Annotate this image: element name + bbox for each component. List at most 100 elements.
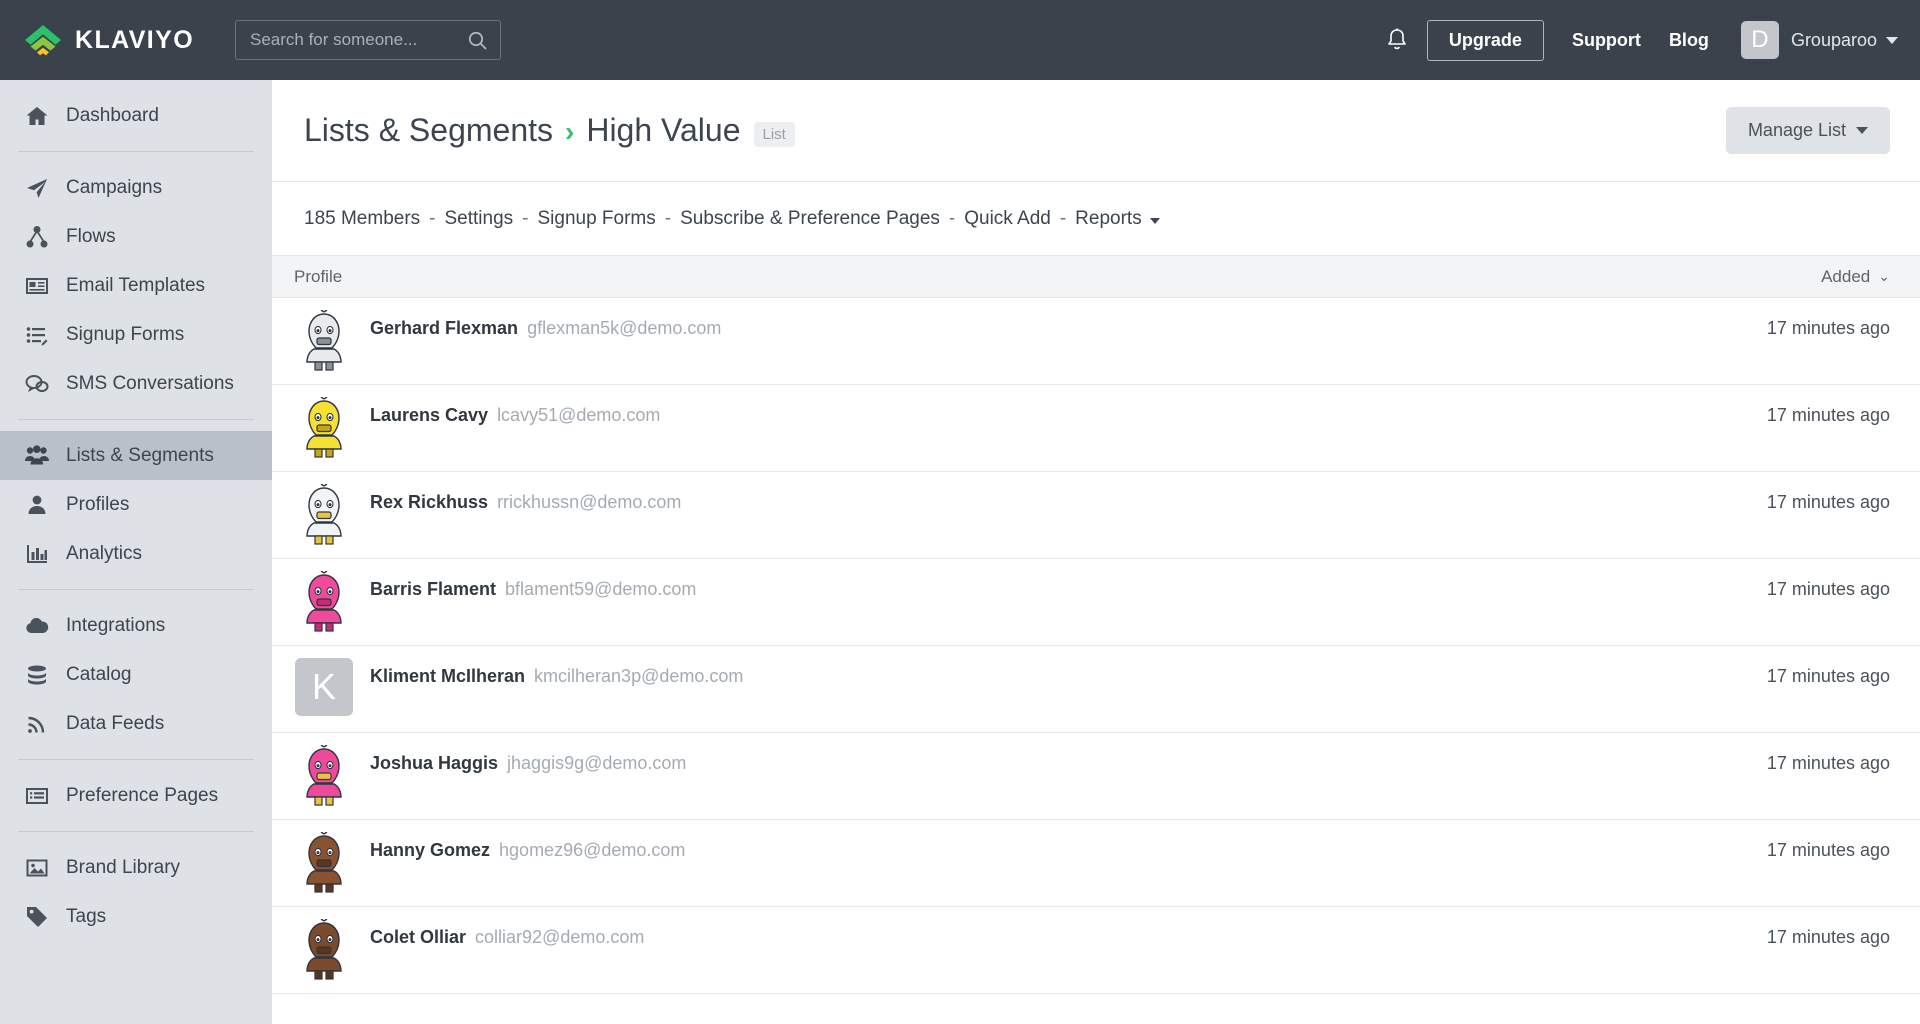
account-menu[interactable]: D Grouparoo [1740, 21, 1898, 59]
person-icon [24, 492, 50, 518]
table-header-row: Profile Added ⌄ [272, 255, 1920, 298]
search-icon[interactable] [468, 31, 487, 55]
table-row[interactable]: Rex Rickhuss rrickhussn@demo.com 17 minute… [272, 472, 1920, 559]
sidebar-group: Dashboard [0, 80, 272, 151]
subnav-separator: - [522, 207, 529, 229]
page-header: Lists & Segments › High Value List Manag… [272, 80, 1920, 182]
subnav-separator: - [664, 207, 672, 229]
table-row[interactable]: Colet Olliar colliar92@demo.com 17 minutes… [272, 907, 1920, 994]
sidebar-item-label: Dashboard [66, 104, 159, 126]
profile-name[interactable]: Colet Olliar [370, 927, 466, 948]
avatar [294, 310, 354, 372]
avatar [294, 832, 354, 894]
sidebar-item-tags[interactable]: Tags [0, 892, 272, 941]
sidebar-item-label: Catalog [66, 663, 132, 685]
support-link[interactable]: Support [1572, 30, 1641, 51]
klaviyo-wifi-logo-icon [22, 23, 64, 57]
profile-name[interactable]: Kliment McIlheran [370, 666, 525, 687]
breadcrumb-parent[interactable]: Lists & Segments [304, 112, 553, 149]
newspaper-icon [24, 273, 50, 299]
subnav-subscribe-preference-pages[interactable]: Subscribe & Preference Pages [680, 208, 940, 230]
avatar [294, 571, 354, 633]
chevron-down-icon: ⌄ [1878, 268, 1890, 284]
profile-info: Laurens Cavy lcavy51@demo.com [370, 397, 660, 426]
profile-name[interactable]: Laurens Cavy [370, 405, 488, 426]
avatar-initial: K [295, 658, 353, 716]
table-row[interactable]: Gerhard Flexman gflexman5k@demo.com 17 min… [272, 298, 1920, 385]
profile-email: jhaggis9g@demo.com [507, 753, 687, 773]
form-list-icon [24, 322, 50, 348]
blog-link[interactable]: Blog [1669, 30, 1709, 51]
chat-bubbles-icon [24, 371, 50, 397]
sidebar-item-lists-segments[interactable]: Lists & Segments [0, 431, 272, 480]
klaviyo-logo[interactable]: KLAVIYO [22, 23, 207, 57]
sidebar-item-dashboard[interactable]: Dashboard [0, 91, 272, 140]
added-timestamp: 17 minutes ago [1766, 492, 1890, 512]
profile-email: colliar92@demo.com [475, 927, 645, 947]
subnav-reports-label[interactable]: Reports [1075, 208, 1142, 230]
sidebar-item-label: Profiles [66, 493, 130, 515]
sidebar-item-profiles[interactable]: Profiles [0, 480, 272, 529]
sidebar-group: Campaigns Flows Email Templates Signup F… [0, 152, 272, 419]
sidebar-item-brand-library[interactable]: Brand Library [0, 843, 272, 892]
global-search[interactable] [235, 20, 501, 60]
subnav-separator: - [429, 207, 436, 229]
avatar [294, 484, 354, 546]
table-row[interactable]: Joshua Haggis jhaggis9g@demo.com 17 minute… [272, 733, 1920, 820]
account-name: Grouparoo [1790, 29, 1877, 50]
subnav-settings[interactable]: Settings [445, 208, 514, 230]
table-row[interactable]: K Kliment McIlheran kmcilheran3p@demo.com 1… [272, 646, 1920, 733]
upgrade-button[interactable]: Upgrade [1426, 19, 1544, 61]
list-subnavigation: 185 Members - Settings - Signup Forms - … [272, 182, 1920, 255]
table-row[interactable]: Barris Flament bflament59@demo.com 17 minu… [272, 559, 1920, 646]
profile-name[interactable]: Rex Rickhuss [370, 492, 488, 513]
sidebar-group: Brand Library Tags [0, 832, 272, 952]
sidebar-item-label: Analytics [66, 542, 143, 564]
sidebar-group: Lists & Segments Profiles Analytics [0, 420, 272, 589]
added-timestamp: 17 minutes ago [1766, 753, 1890, 773]
tag-icon [24, 904, 50, 930]
chevron-down-icon[interactable] [1886, 36, 1898, 44]
status-badge: List [753, 122, 795, 147]
column-header-added[interactable]: Added ⌄ [1821, 267, 1890, 287]
table-row[interactable]: Laurens Cavy lcavy51@demo.com 17 minutes a… [272, 385, 1920, 472]
sidebar-item-preference-pages[interactable]: Preference Pages [0, 771, 272, 820]
table-row[interactable]: Hanny Gomez hgomez96@demo.com 17 minutes a… [272, 820, 1920, 907]
profile-name[interactable]: Gerhard Flexman [370, 318, 518, 339]
subnav-members[interactable]: 185 Members [304, 208, 420, 230]
sidebar-item-label: Flows [66, 225, 116, 247]
sidebar-item-sms-conversations[interactable]: SMS Conversations [0, 359, 272, 408]
added-timestamp: 17 minutes ago [1766, 405, 1890, 425]
sidebar-item-integrations[interactable]: Integrations [0, 601, 272, 650]
header-actions: Upgrade Support Blog D Grouparoo [1385, 19, 1898, 61]
breadcrumb-separator-icon: › [565, 115, 575, 147]
column-header-profile: Profile [294, 266, 343, 286]
subnav-signup-forms[interactable]: Signup Forms [537, 208, 655, 230]
people-group-icon [24, 443, 50, 469]
sidebar-item-label: Email Templates [66, 274, 206, 296]
subnav-quick-add[interactable]: Quick Add [964, 208, 1051, 230]
added-timestamp: 17 minutes ago [1766, 666, 1890, 686]
profile-info: Kliment McIlheran kmcilheran3p@demo.com [370, 658, 743, 687]
profile-name[interactable]: Barris Flament [370, 579, 496, 600]
paper-plane-icon [24, 175, 50, 201]
avatar: K [294, 658, 354, 720]
profile-name[interactable]: Hanny Gomez [370, 840, 490, 861]
added-timestamp: 17 minutes ago [1766, 579, 1890, 599]
sidebar-item-label: Lists & Segments [66, 444, 214, 466]
sidebar-item-data-feeds[interactable]: Data Feeds [0, 699, 272, 748]
sidebar-item-analytics[interactable]: Analytics [0, 529, 272, 578]
sidebar-item-signup-forms[interactable]: Signup Forms [0, 310, 272, 359]
database-icon [24, 662, 50, 688]
profile-email: rrickhussn@demo.com [497, 492, 682, 512]
sidebar-item-catalog[interactable]: Catalog [0, 650, 272, 699]
profile-name[interactable]: Joshua Haggis [370, 753, 498, 774]
notification-bell-icon[interactable] [1385, 27, 1409, 53]
subnav-reports[interactable]: Reports [1075, 208, 1160, 230]
avatar [294, 397, 354, 459]
sidebar-item-email-templates[interactable]: Email Templates [0, 261, 272, 310]
manage-list-button[interactable]: Manage List [1725, 107, 1890, 154]
sidebar-item-campaigns[interactable]: Campaigns [0, 163, 272, 212]
sidebar-item-flows[interactable]: Flows [0, 212, 272, 261]
search-input[interactable] [236, 21, 454, 59]
